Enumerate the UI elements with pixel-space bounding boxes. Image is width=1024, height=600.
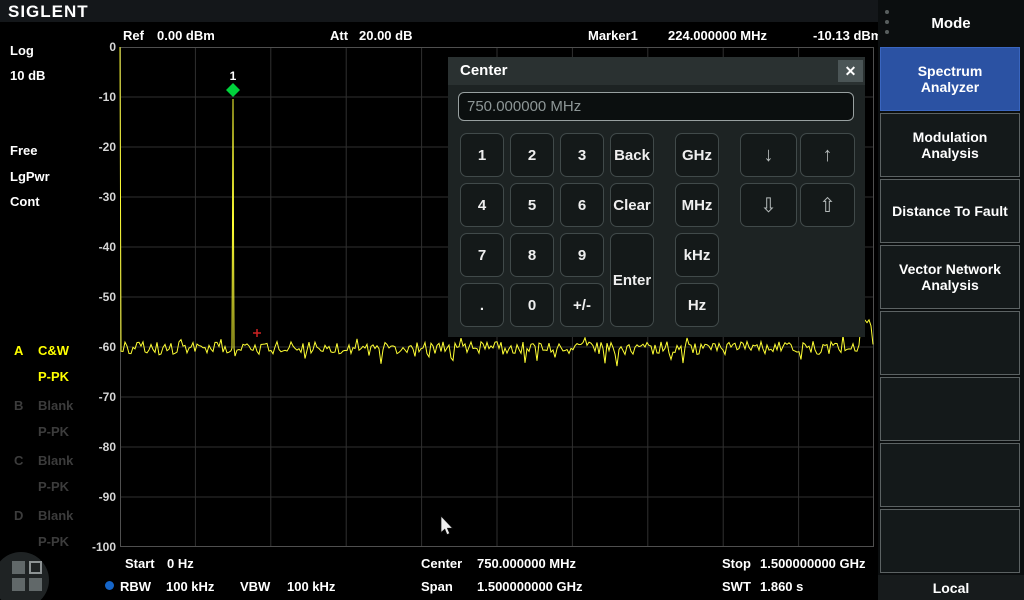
- frequency-input[interactable]: [458, 92, 854, 121]
- y-axis-tick: -70: [99, 390, 117, 404]
- y-axis-tick: 0: [109, 40, 116, 54]
- screen: 0-10-20-30-40-50-60-70-80-90-1001 SIGLEN…: [0, 0, 1024, 600]
- arrow-down-icon[interactable]: ↓: [740, 133, 797, 177]
- start-value[interactable]: 0 Hz: [167, 556, 194, 571]
- rbw-indicator-dot: [105, 581, 114, 590]
- mouse-cursor-icon[interactable]: [441, 516, 453, 535]
- span-value[interactable]: 1.500000000 GHz: [477, 579, 583, 594]
- key-8[interactable]: 8: [510, 233, 554, 277]
- grid-square-tl: [12, 561, 25, 574]
- center-frequency-dialog: Center ✕ 1 2 3 Back GHz ↓ ↑ 4 5 6 Clear …: [448, 57, 865, 337]
- mode-empty-3[interactable]: [880, 443, 1020, 507]
- y-axis-tick: -20: [99, 140, 117, 154]
- key-ghz[interactable]: GHz: [675, 133, 719, 177]
- grid-square-bl: [12, 578, 25, 591]
- vbw-value[interactable]: 100 kHz: [287, 579, 335, 594]
- stop-label: Stop: [722, 556, 751, 571]
- arrow-down-outline-icon[interactable]: ⇩: [740, 183, 797, 227]
- y-axis-tick: -80: [99, 440, 117, 454]
- y-axis-tick: -100: [92, 540, 116, 554]
- key-5[interactable]: 5: [510, 183, 554, 227]
- y-axis-tick: -30: [99, 190, 117, 204]
- rbw-label: RBW: [120, 579, 151, 594]
- mode-vector-network-analysis[interactable]: Vector Network Analysis: [880, 245, 1020, 309]
- drag-handle-icon[interactable]: [885, 10, 890, 40]
- grid-square-tr: [29, 561, 42, 574]
- grid-square-br: [29, 578, 42, 591]
- arrow-up-icon[interactable]: ↑: [800, 133, 855, 177]
- mode-modulation-analysis[interactable]: Modulation Analysis: [880, 113, 1020, 177]
- marker-number: 1: [230, 69, 237, 83]
- mode-empty-1[interactable]: [880, 311, 1020, 375]
- y-axis-tick: -10: [99, 90, 117, 104]
- dialog-title[interactable]: Center: [448, 57, 865, 85]
- center-label: Center: [421, 556, 462, 571]
- mode-header: Mode: [878, 0, 1024, 46]
- key-khz[interactable]: kHz: [675, 233, 719, 277]
- key-dot[interactable]: .: [460, 283, 504, 327]
- span-label: Span: [421, 579, 453, 594]
- marker-diamond-icon: [226, 83, 240, 97]
- key-1[interactable]: 1: [460, 133, 504, 177]
- start-label: Start: [125, 556, 155, 571]
- key-mhz[interactable]: MHz: [675, 183, 719, 227]
- key-clear[interactable]: Clear: [610, 183, 654, 227]
- y-axis-tick: -40: [99, 240, 117, 254]
- mode-empty-2[interactable]: [880, 377, 1020, 441]
- arrow-up-outline-icon[interactable]: ⇧: [800, 183, 855, 227]
- key-back[interactable]: Back: [610, 133, 654, 177]
- key-0[interactable]: 0: [510, 283, 554, 327]
- center-value[interactable]: 750.000000 MHz: [477, 556, 576, 571]
- mode-distance-to-fault[interactable]: Distance To Fault: [880, 179, 1020, 243]
- key-2[interactable]: 2: [510, 133, 554, 177]
- close-icon[interactable]: ✕: [838, 60, 863, 82]
- y-axis-tick: -50: [99, 290, 117, 304]
- key-7[interactable]: 7: [460, 233, 504, 277]
- mode-spectrum-analyzer[interactable]: Spectrum Analyzer: [880, 47, 1020, 111]
- stop-value[interactable]: 1.500000000 GHz: [760, 556, 866, 571]
- swt-label: SWT: [722, 579, 751, 594]
- vbw-label: VBW: [240, 579, 270, 594]
- rbw-value[interactable]: 100 kHz: [166, 579, 214, 594]
- key-4[interactable]: 4: [460, 183, 504, 227]
- mode-empty-4[interactable]: [880, 509, 1020, 573]
- key-plus-minus[interactable]: +/-: [560, 283, 604, 327]
- y-axis-tick: -60: [99, 340, 117, 354]
- key-3[interactable]: 3: [560, 133, 604, 177]
- local-status[interactable]: Local: [878, 575, 1024, 600]
- key-enter[interactable]: Enter: [610, 233, 654, 327]
- key-6[interactable]: 6: [560, 183, 604, 227]
- mode-sidebar: Mode Spectrum Analyzer Modulation Analys…: [878, 0, 1024, 600]
- key-9[interactable]: 9: [560, 233, 604, 277]
- key-hz[interactable]: Hz: [675, 283, 719, 327]
- y-axis-tick: -90: [99, 490, 117, 504]
- swt-value[interactable]: 1.860 s: [760, 579, 803, 594]
